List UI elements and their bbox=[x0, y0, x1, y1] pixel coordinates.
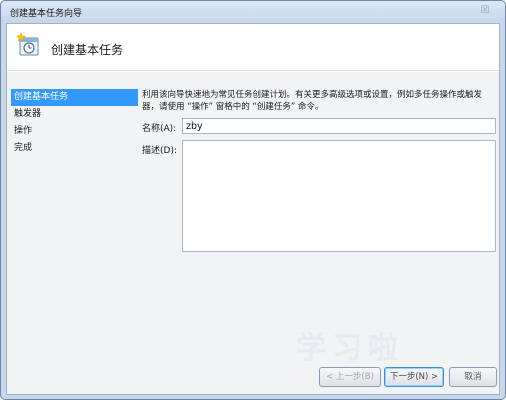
description-label: 描述(D): bbox=[142, 146, 177, 156]
cancel-button[interactable]: 取消 bbox=[449, 367, 497, 387]
wizard-header: 创建基本任务 bbox=[7, 24, 499, 71]
nav-step-action[interactable]: 操作 bbox=[11, 123, 138, 140]
wizard-content: 利用该向导快速地为常见任务创建计划。有关更多高级选项或设置，例如多任务操作或触发… bbox=[142, 89, 496, 252]
window-title: 创建基本任务向导 bbox=[10, 9, 83, 19]
nav-step-create-basic-task[interactable]: 创建基本任务 bbox=[11, 89, 138, 106]
wizard-window: 创建基本任务向导 ☒ 创建基本任务 创建基本任务 触发器 操作 完成 利用该向导… bbox=[0, 0, 506, 400]
nav-step-trigger[interactable]: 触发器 bbox=[11, 106, 138, 123]
back-button[interactable]: < 上一步(B) bbox=[319, 367, 381, 387]
wizard-description: 利用该向导快速地为常见任务创建计划。有关更多高级选项或设置，例如多任务操作或触发… bbox=[142, 90, 483, 112]
wizard-steps-nav: 创建基本任务 触发器 操作 完成 bbox=[11, 89, 138, 157]
client-area: 创建基本任务 创建基本任务 触发器 操作 完成 利用该向导快速地为常见任务创建计… bbox=[6, 23, 500, 395]
task-scheduler-icon bbox=[16, 32, 39, 56]
nav-step-finish[interactable]: 完成 bbox=[11, 140, 138, 157]
wizard-body: 创建基本任务 触发器 操作 完成 利用该向导快速地为常见任务创建计划。有关更多高… bbox=[7, 72, 499, 394]
name-label: 名称(A): bbox=[142, 124, 177, 134]
next-button[interactable]: 下一步(N) > bbox=[384, 367, 444, 387]
title-bar[interactable]: 创建基本任务向导 ☒ bbox=[1, 1, 505, 21]
close-icon[interactable]: ☒ bbox=[473, 3, 497, 18]
name-input[interactable] bbox=[182, 118, 496, 134]
page-title: 创建基本任务 bbox=[51, 43, 124, 57]
description-input[interactable] bbox=[182, 140, 496, 252]
